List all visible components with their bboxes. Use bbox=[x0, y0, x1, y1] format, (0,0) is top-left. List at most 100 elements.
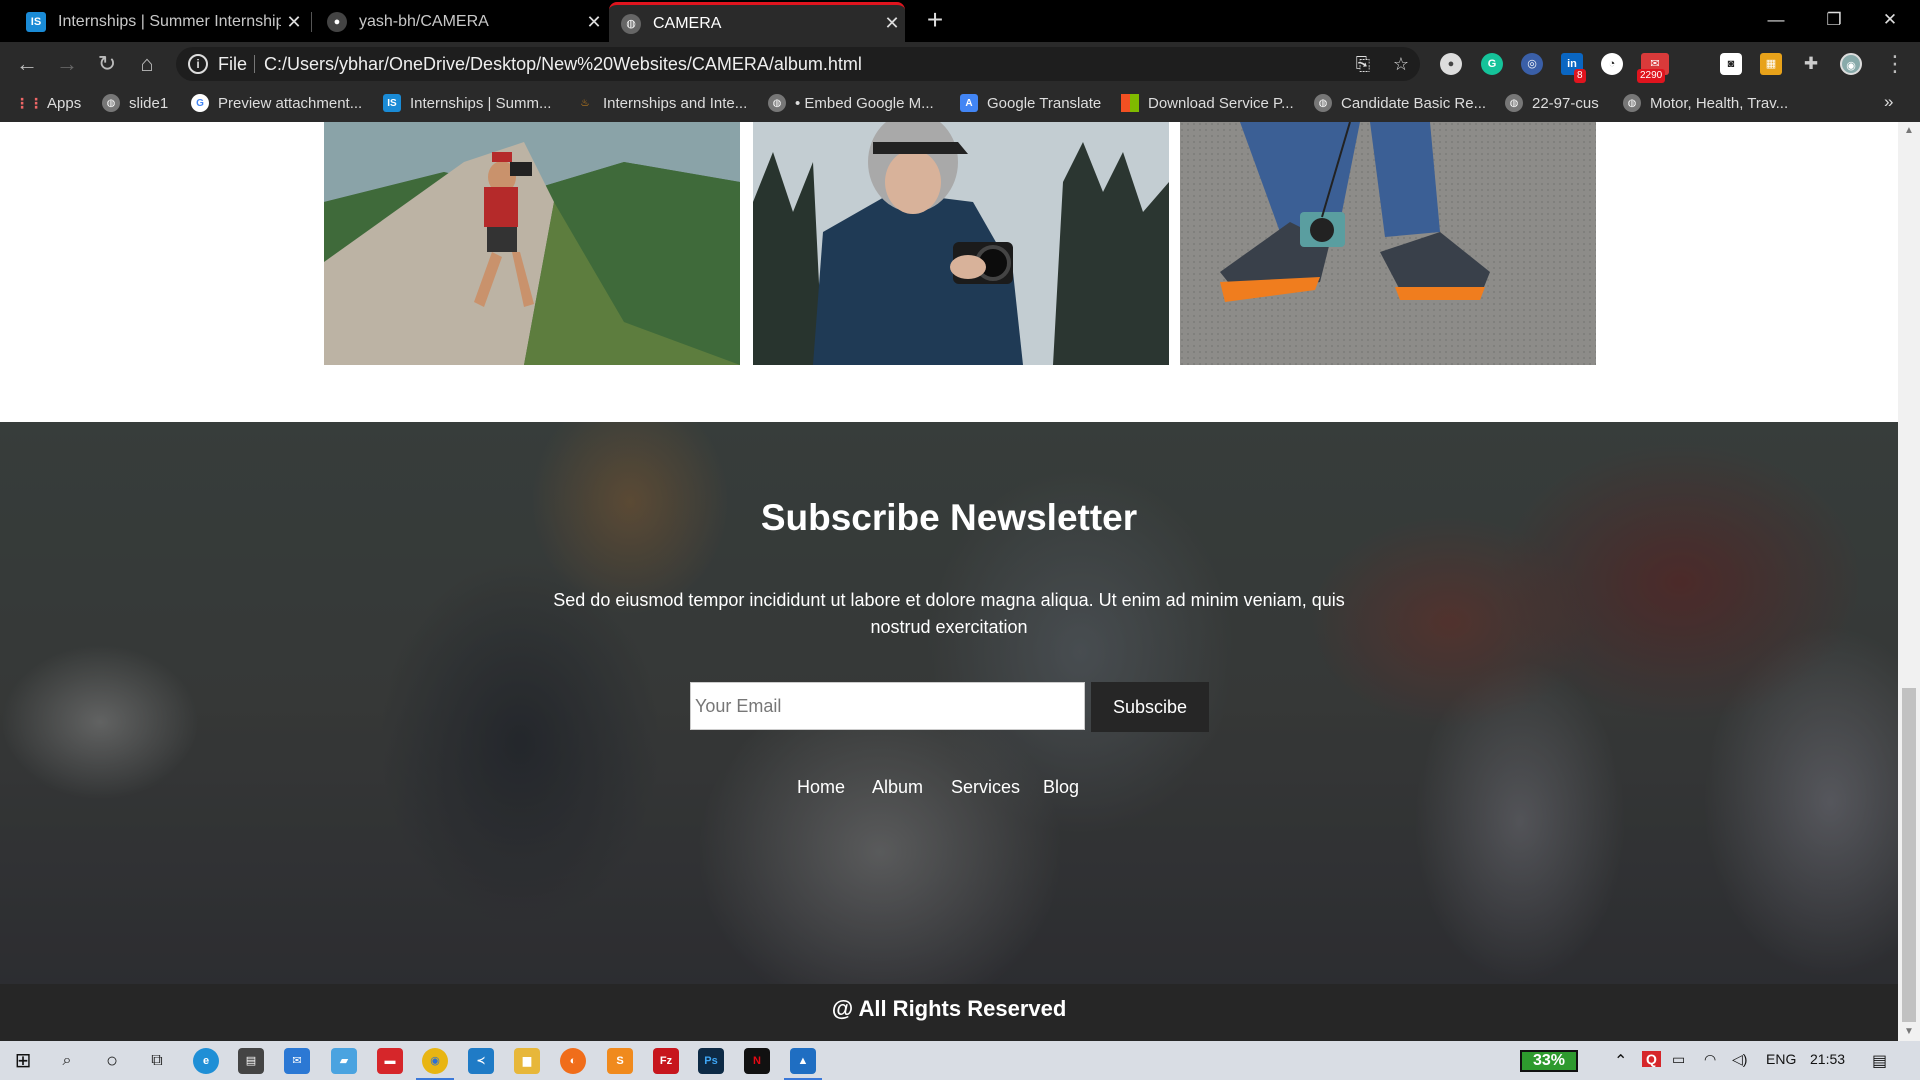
bookmark-preview-attachment[interactable]: G Preview attachment... bbox=[191, 94, 362, 112]
newsletter-description: Sed do eiusmod tempor incididunt ut labo… bbox=[553, 590, 1345, 637]
microsoft-icon bbox=[1121, 94, 1139, 112]
translate-icon: A bbox=[960, 94, 978, 112]
clock[interactable]: 21:53 bbox=[1810, 1051, 1845, 1067]
forward-arrow-icon[interactable]: → bbox=[52, 50, 82, 78]
sublime-icon[interactable]: S bbox=[607, 1048, 633, 1074]
battery-icon[interactable]: ▭ bbox=[1672, 1051, 1685, 1068]
copyright-text: @ All Rights Reserved bbox=[831, 996, 1067, 1021]
address-bar[interactable]: i File C:/Users/ybhar/OneDrive/Desktop/N… bbox=[176, 47, 1420, 81]
email-input[interactable] bbox=[690, 682, 1085, 730]
app-q-icon[interactable]: Q bbox=[1642, 1051, 1661, 1067]
bookmark-slide1[interactable]: ◍ slide1 bbox=[102, 94, 168, 112]
linkedin-badge: 8 bbox=[1574, 69, 1586, 83]
site-info-icon[interactable]: i bbox=[188, 54, 208, 74]
notifications-icon[interactable]: ▤ bbox=[1872, 1051, 1887, 1071]
tab-internships[interactable]: IS Internships | Summer Internship ✕ bbox=[14, 2, 307, 42]
profile-avatar[interactable]: ◉ bbox=[1840, 53, 1862, 75]
bookmark-embed-google[interactable]: ◍ • Embed Google M... bbox=[768, 94, 934, 112]
extensions-puzzle-icon[interactable]: ✚ bbox=[1800, 53, 1822, 75]
bookmark-label: Internships and Inte... bbox=[603, 94, 748, 112]
bookmark-internships[interactable]: IS Internships | Summ... bbox=[383, 94, 551, 112]
newsletter-title: Subscribe Newsletter bbox=[760, 497, 1138, 538]
tab-title: Internships | Summer Internship bbox=[58, 13, 281, 30]
url-text[interactable]: C:/Users/ybhar/OneDrive/Desktop/New%20We… bbox=[264, 54, 862, 75]
edge-icon[interactable]: e bbox=[193, 1048, 219, 1074]
photos-icon[interactable]: ▲ bbox=[784, 1048, 822, 1080]
close-icon[interactable]: ✕ bbox=[281, 12, 307, 33]
battery-indicator[interactable]: 33% bbox=[1520, 1050, 1578, 1072]
page-scrollbar[interactable]: ▲ ▼ bbox=[1898, 122, 1920, 1041]
divider bbox=[254, 55, 255, 73]
task-view-icon[interactable]: ⧉ bbox=[144, 1048, 170, 1074]
bookmark-candidate-basic[interactable]: ◍ Candidate Basic Re... bbox=[1314, 94, 1486, 112]
filezilla-icon[interactable]: Fz bbox=[653, 1048, 679, 1074]
bookmark-internships-and-inte[interactable]: ♨ Internships and Inte... bbox=[576, 94, 748, 112]
bookmark-label: 22-97-cus bbox=[1532, 94, 1599, 112]
grammarly-icon[interactable]: G bbox=[1481, 53, 1503, 75]
globe-icon: ◍ bbox=[1314, 94, 1332, 112]
tab-separator bbox=[311, 12, 312, 32]
app-red-icon[interactable]: ▬ bbox=[377, 1048, 403, 1074]
bookmark-motor-health[interactable]: ◍ Motor, Health, Trav... bbox=[1623, 94, 1788, 112]
scroll-up-arrow-icon[interactable]: ▲ bbox=[1898, 122, 1920, 140]
file-explorer-icon[interactable]: ▆ bbox=[514, 1048, 540, 1074]
photoshop-icon[interactable]: Ps bbox=[698, 1048, 724, 1074]
bookmark-google-translate[interactable]: A Google Translate bbox=[960, 94, 1101, 112]
bookmark-apps[interactable]: ⋮⋮ Apps bbox=[15, 94, 82, 112]
album-photo-mountain[interactable] bbox=[324, 122, 740, 365]
tab-title: yash-bh/CAMERA bbox=[359, 13, 489, 30]
wifi-icon[interactable]: ◠ bbox=[1704, 1051, 1716, 1068]
reload-icon[interactable]: ↻ bbox=[92, 50, 122, 78]
files-icon[interactable]: ▰ bbox=[331, 1048, 357, 1074]
mail-app-icon[interactable]: ✉ bbox=[284, 1048, 310, 1074]
mountain-photographer-image bbox=[324, 122, 740, 365]
scroll-down-arrow-icon[interactable]: ▼ bbox=[1898, 1023, 1920, 1041]
search-icon[interactable]: ⌕ bbox=[54, 1048, 80, 1074]
minimize-icon[interactable]: — bbox=[1748, 4, 1804, 36]
bookmark-star-icon[interactable]: ☆ bbox=[1390, 53, 1412, 75]
footer-nav-album[interactable]: Album bbox=[872, 777, 923, 798]
bookmarks-bar: ⋮⋮ Apps ◍ slide1 G Preview attachment...… bbox=[0, 86, 1920, 122]
menu-dots-icon[interactable]: ⋮ bbox=[1880, 50, 1910, 78]
netflix-icon[interactable]: N bbox=[744, 1048, 770, 1074]
language-indicator[interactable]: ENG bbox=[1766, 1051, 1796, 1067]
translate-icon[interactable]: ⎘ bbox=[1352, 53, 1374, 75]
volume-icon[interactable]: ◁) bbox=[1732, 1051, 1747, 1068]
extension-circle-icon[interactable]: ● bbox=[1440, 53, 1462, 75]
mail-badge: 2290 bbox=[1637, 69, 1666, 83]
bookmark-download-service[interactable]: Download Service P... bbox=[1121, 94, 1294, 112]
cortana-icon[interactable]: ○ bbox=[99, 1048, 125, 1074]
globe-icon: ◍ bbox=[621, 13, 641, 34]
tab-camera[interactable]: ◍ CAMERA ✕ bbox=[609, 2, 905, 42]
bookmark-label: Apps bbox=[47, 94, 82, 112]
close-icon[interactable]: ✕ bbox=[581, 12, 607, 33]
album-photo-camera-hoodie[interactable] bbox=[753, 122, 1169, 365]
back-arrow-icon[interactable]: ← bbox=[12, 50, 42, 78]
footer-nav-services[interactable]: Services bbox=[951, 777, 1020, 798]
close-icon[interactable]: ✕ bbox=[879, 13, 905, 34]
firefox-icon[interactable]: ◐ bbox=[560, 1048, 586, 1074]
speed-icon[interactable]: ◔ bbox=[1601, 53, 1623, 75]
new-tab-button[interactable]: + bbox=[920, 6, 950, 36]
extension-eye-icon[interactable]: ◎ bbox=[1521, 53, 1543, 75]
chevron-up-icon[interactable]: ⌃ bbox=[1614, 1051, 1627, 1071]
bookmark-22-97-cus[interactable]: ◍ 22-97-cus bbox=[1505, 94, 1599, 112]
footer-nav-home[interactable]: Home bbox=[797, 777, 845, 798]
close-window-icon[interactable]: ✕ bbox=[1862, 4, 1918, 36]
tab-github[interactable]: ● yash-bh/CAMERA ✕ bbox=[315, 2, 607, 42]
album-photo-walking-shoes[interactable] bbox=[1180, 122, 1596, 365]
restore-icon[interactable]: ❐ bbox=[1806, 4, 1862, 36]
windows-start-icon[interactable]: ⊞ bbox=[10, 1048, 36, 1074]
footer-nav-blog[interactable]: Blog bbox=[1043, 777, 1079, 798]
vscode-icon[interactable]: ≺ bbox=[468, 1048, 494, 1074]
store-icon[interactable]: ▤ bbox=[238, 1048, 264, 1074]
apps-grid-icon: ⋮⋮ bbox=[15, 94, 43, 111]
camera-extension-icon[interactable]: ◙ bbox=[1720, 53, 1742, 75]
subscribe-button[interactable]: Subscibe bbox=[1091, 682, 1209, 732]
home-icon[interactable]: ⌂ bbox=[132, 50, 162, 78]
scroll-thumb[interactable] bbox=[1902, 688, 1916, 1022]
color-extension-icon[interactable]: ▦ bbox=[1760, 53, 1782, 75]
bookmark-label: Preview attachment... bbox=[218, 94, 363, 112]
chrome-icon[interactable]: ◉ bbox=[416, 1048, 454, 1080]
more-bookmarks-chevron-icon[interactable]: » bbox=[1884, 92, 1893, 112]
